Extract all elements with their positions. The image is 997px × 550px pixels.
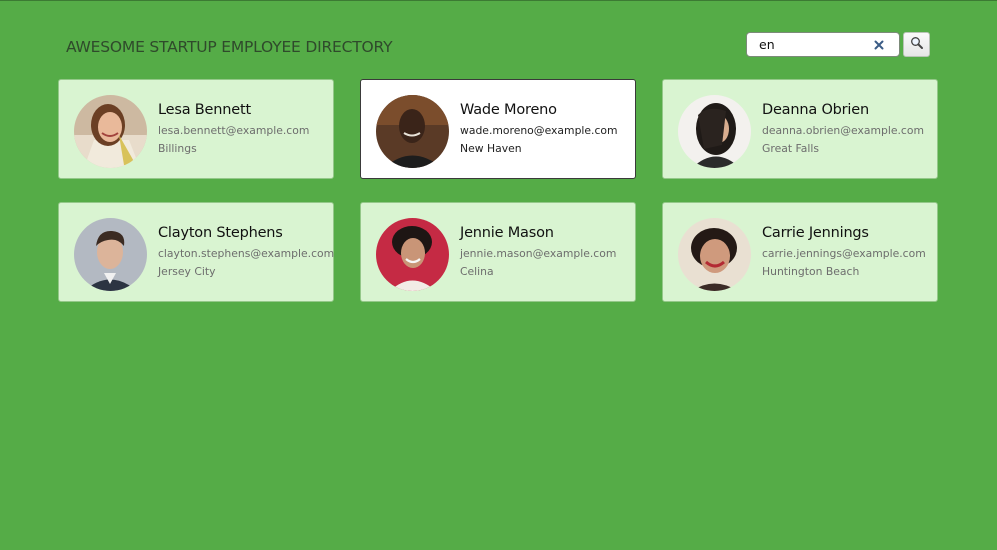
employee-city: New Haven <box>460 142 522 155</box>
avatar <box>376 218 449 291</box>
employee-city: Huntington Beach <box>762 265 860 278</box>
page-title: AWESOME STARTUP EMPLOYEE DIRECTORY <box>66 38 393 56</box>
employee-card[interactable]: Jennie Mason jennie.mason@example.com Ce… <box>360 202 636 302</box>
employee-email: jennie.mason@example.com <box>460 247 617 260</box>
search-bar <box>746 32 930 57</box>
employee-card[interactable]: Lesa Bennett lesa.bennett@example.com Bi… <box>58 79 334 179</box>
employee-card[interactable]: Wade Moreno wade.moreno@example.com New … <box>360 79 636 179</box>
employee-city: Jersey City <box>158 265 216 278</box>
employee-name: Carrie Jennings <box>762 225 869 241</box>
employee-name: Lesa Bennett <box>158 102 251 118</box>
employee-name: Jennie Mason <box>460 225 554 241</box>
employee-card[interactable]: Clayton Stephens clayton.stephens@exampl… <box>58 202 334 302</box>
employee-name: Clayton Stephens <box>158 225 283 241</box>
search-input[interactable] <box>747 33 871 55</box>
avatar <box>74 218 147 291</box>
employee-email: wade.moreno@example.com <box>460 124 618 137</box>
search-field[interactable] <box>746 32 900 57</box>
employee-card[interactable]: Carrie Jennings carrie.jennings@example.… <box>662 202 938 302</box>
avatar <box>376 95 449 168</box>
employee-email: lesa.bennett@example.com <box>158 124 310 137</box>
employee-email: deanna.obrien@example.com <box>762 124 924 137</box>
employee-email: clayton.stephens@example.com <box>158 247 335 260</box>
employee-name: Deanna Obrien <box>762 102 869 118</box>
magnifier-icon <box>910 35 924 54</box>
avatar <box>74 95 147 168</box>
employee-email: carrie.jennings@example.com <box>762 247 926 260</box>
avatar <box>678 218 751 291</box>
employee-card[interactable]: Deanna Obrien deanna.obrien@example.com … <box>662 79 938 179</box>
close-icon[interactable] <box>872 37 886 51</box>
search-button[interactable] <box>903 32 930 57</box>
employee-city: Great Falls <box>762 142 819 155</box>
employee-name: Wade Moreno <box>460 102 557 118</box>
employee-city: Celina <box>460 265 494 278</box>
employee-city: Billings <box>158 142 197 155</box>
avatar <box>678 95 751 168</box>
